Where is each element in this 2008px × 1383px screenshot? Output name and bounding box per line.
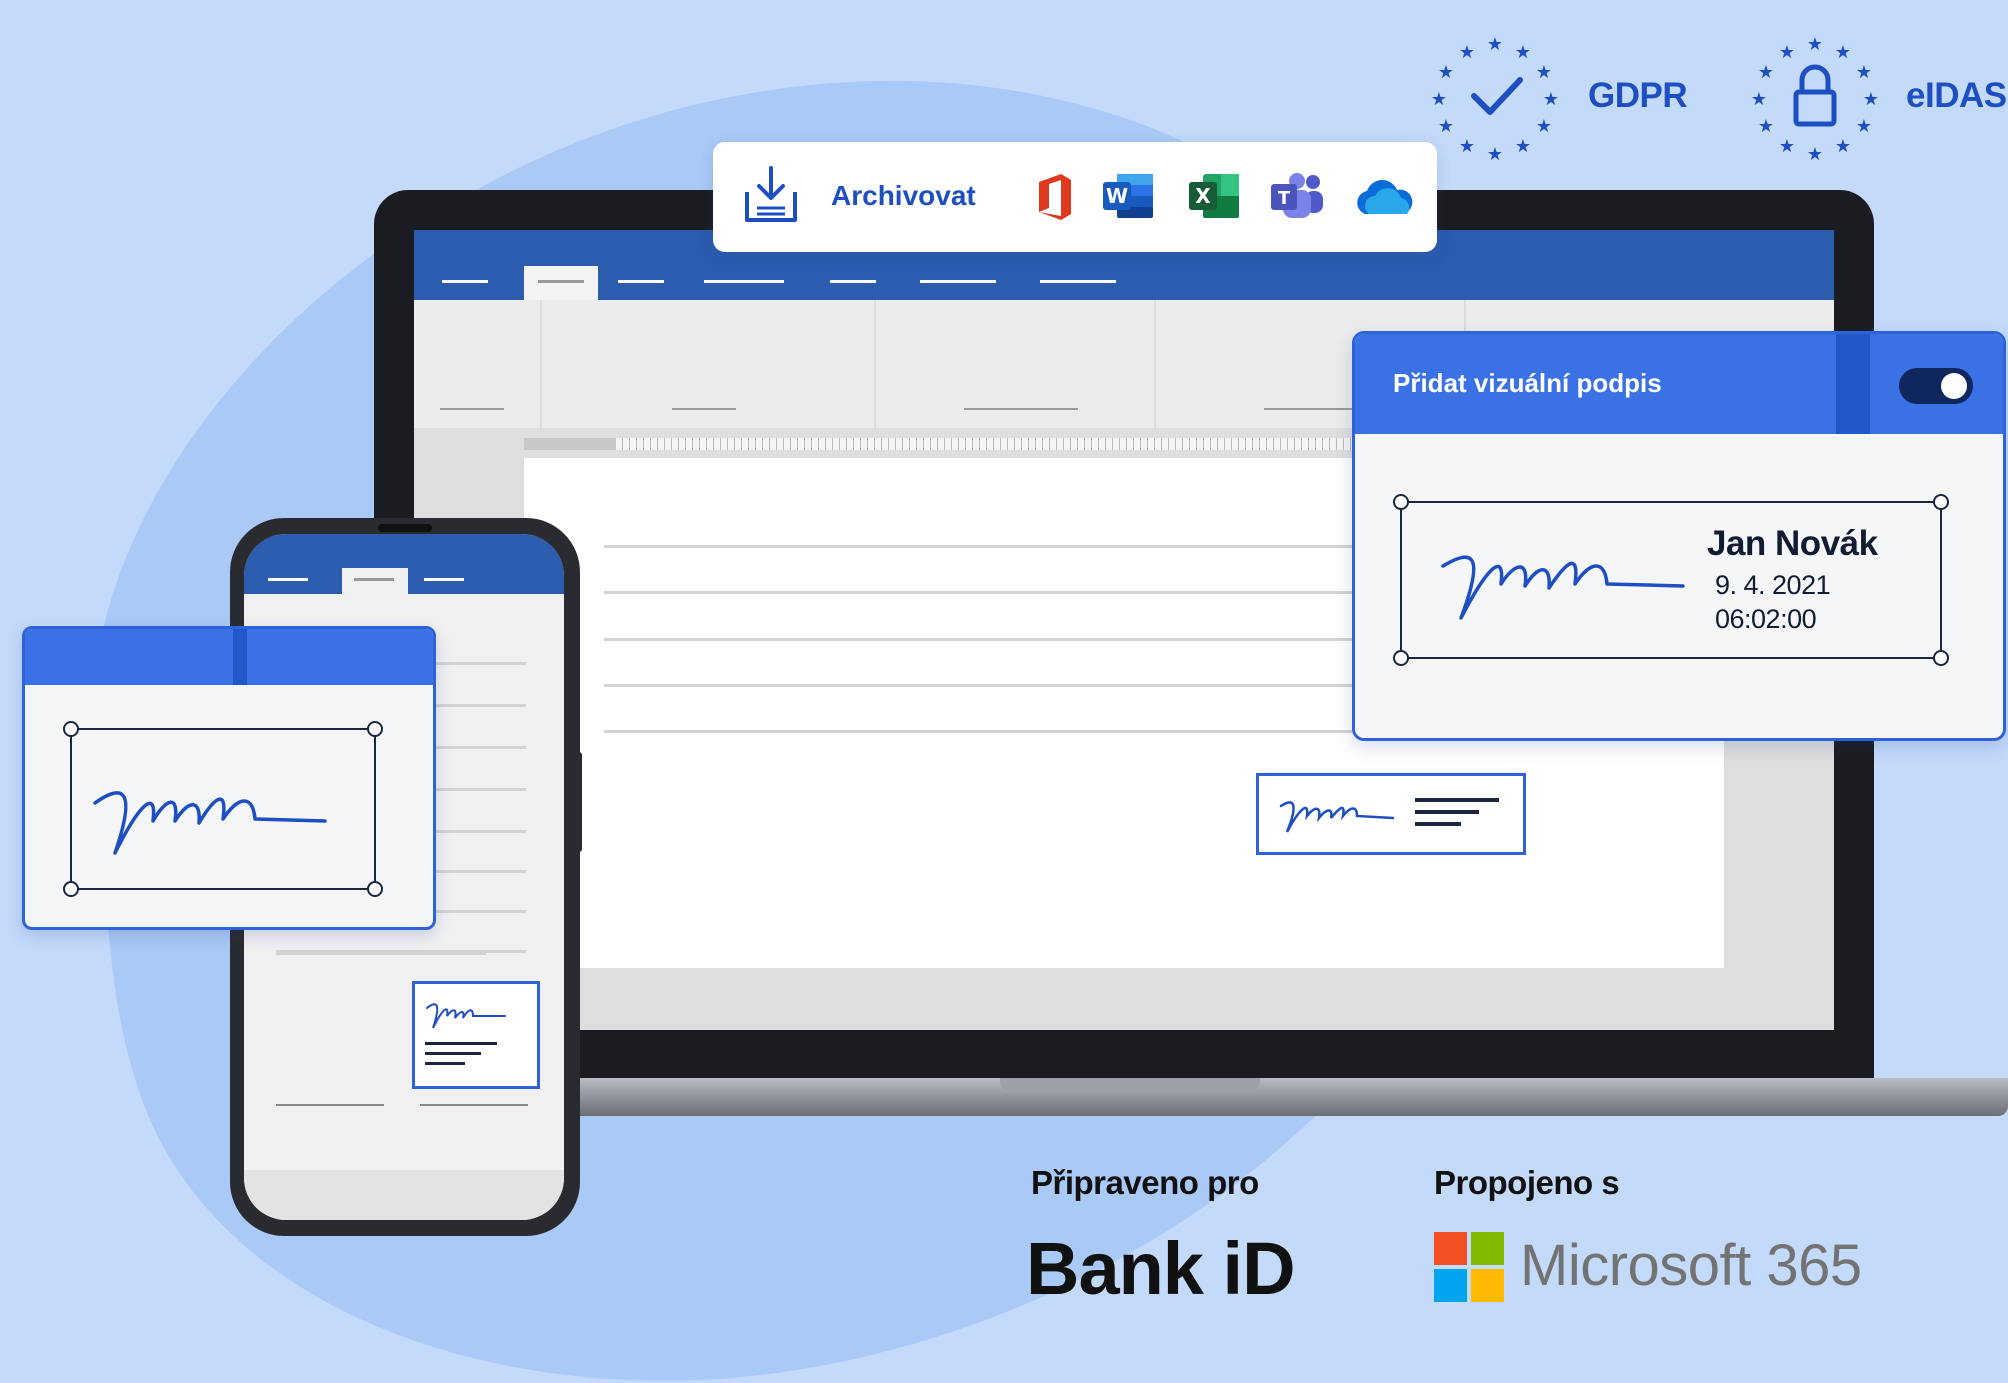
svg-text:★: ★ (1779, 136, 1795, 157)
tab-placeholder[interactable] (920, 280, 996, 283)
tab-placeholder[interactable] (442, 280, 488, 283)
gdpr-label: GDPR (1588, 76, 1688, 115)
signer-name: Jan Novák (1707, 524, 1878, 563)
svg-text:★: ★ (1835, 42, 1851, 63)
svg-text:★: ★ (1536, 116, 1552, 137)
tab-placeholder[interactable] (1040, 280, 1116, 283)
svg-text:★: ★ (1515, 42, 1531, 63)
microsoft-365-logo: Microsoft 365 (1520, 1233, 1862, 1298)
svg-text:★: ★ (1758, 116, 1774, 137)
archive-button[interactable]: Archivovat (831, 180, 976, 212)
svg-text:W: W (1106, 184, 1128, 208)
svg-text:★: ★ (1807, 34, 1823, 55)
resize-handle-icon (1393, 650, 1409, 666)
resize-handle-icon (1933, 494, 1949, 510)
signature-time: 06:02:00 (1715, 604, 1817, 634)
download-tray-icon[interactable] (741, 162, 801, 228)
visual-signature-toggle[interactable] (1899, 368, 1973, 404)
svg-text:★: ★ (1543, 89, 1559, 110)
svg-text:★: ★ (1751, 89, 1767, 110)
resize-handle-icon (367, 721, 383, 737)
visual-signature-panel: Přidat vizuální podpis Jan Novák 9. 4. 2… (1352, 331, 2006, 741)
word-icon[interactable]: W (1101, 172, 1155, 220)
phone-tab-bar (244, 534, 564, 594)
svg-text:X: X (1195, 184, 1211, 208)
tab-placeholder[interactable] (618, 280, 664, 283)
svg-text:★: ★ (1438, 62, 1454, 83)
svg-text:★: ★ (1758, 62, 1774, 83)
svg-text:★: ★ (1779, 42, 1795, 63)
svg-text:T: T (1278, 188, 1291, 209)
signature-scribble-icon (1279, 798, 1499, 833)
svg-text:★: ★ (1856, 116, 1872, 137)
onedrive-icon[interactable] (1351, 178, 1415, 218)
app-toolbar: Archivovat W X T (713, 142, 1437, 252)
svg-text:★: ★ (1807, 144, 1823, 162)
excel-icon[interactable]: X (1187, 172, 1241, 220)
eu-stars-lock-icon: ★ ★★★ ★★★★ ★★★★ (1751, 34, 1879, 162)
signature-frame[interactable] (63, 721, 383, 899)
tab-active[interactable] (524, 266, 598, 300)
tab-placeholder[interactable] (704, 280, 784, 283)
tab-placeholder[interactable] (830, 280, 876, 283)
svg-text:★: ★ (1459, 42, 1475, 63)
svg-text:★: ★ (1459, 136, 1475, 157)
resize-handle-icon (1933, 650, 1949, 666)
svg-text:★: ★ (1431, 89, 1447, 110)
bank-id-logo: Bank iD (1026, 1227, 1296, 1310)
document-signature-field[interactable] (1256, 773, 1526, 855)
resize-handle-icon (63, 881, 79, 897)
signature-frame[interactable] (1393, 494, 1953, 670)
svg-text:★: ★ (1536, 62, 1552, 83)
floating-signature-card (22, 626, 436, 930)
svg-text:★: ★ (1487, 34, 1503, 55)
microsoft-logo-icon (1434, 1232, 1504, 1302)
panel-title: Přidat vizuální podpis (1393, 368, 1662, 398)
svg-text:★: ★ (1487, 144, 1503, 162)
svg-text:★: ★ (1515, 136, 1531, 157)
eidas-label: eIDAS (1906, 76, 2007, 115)
svg-text:★: ★ (1856, 62, 1872, 83)
signature-scribble-icon (425, 1003, 506, 1065)
resize-handle-icon (1393, 494, 1409, 510)
svg-text:★: ★ (1438, 116, 1454, 137)
teams-icon[interactable]: T (1269, 172, 1325, 220)
panel-header: Přidat vizuální podpis (1355, 334, 2003, 434)
connected-label: Propojeno s (1434, 1164, 1620, 1201)
toggle-knob (1941, 373, 1967, 399)
eu-stars-check-icon: ★ ★★★ ★★★★ ★★★★ (1431, 34, 1559, 162)
resize-handle-icon (367, 881, 383, 897)
signature-date: 9. 4. 2021 (1715, 570, 1831, 600)
phone-signature-field[interactable] (412, 981, 540, 1089)
office-icon[interactable] (1033, 172, 1077, 222)
svg-text:★: ★ (1835, 136, 1851, 157)
ready-for-label: Připraveno pro (1031, 1164, 1259, 1201)
resize-handle-icon (63, 721, 79, 737)
svg-text:★: ★ (1863, 89, 1879, 110)
